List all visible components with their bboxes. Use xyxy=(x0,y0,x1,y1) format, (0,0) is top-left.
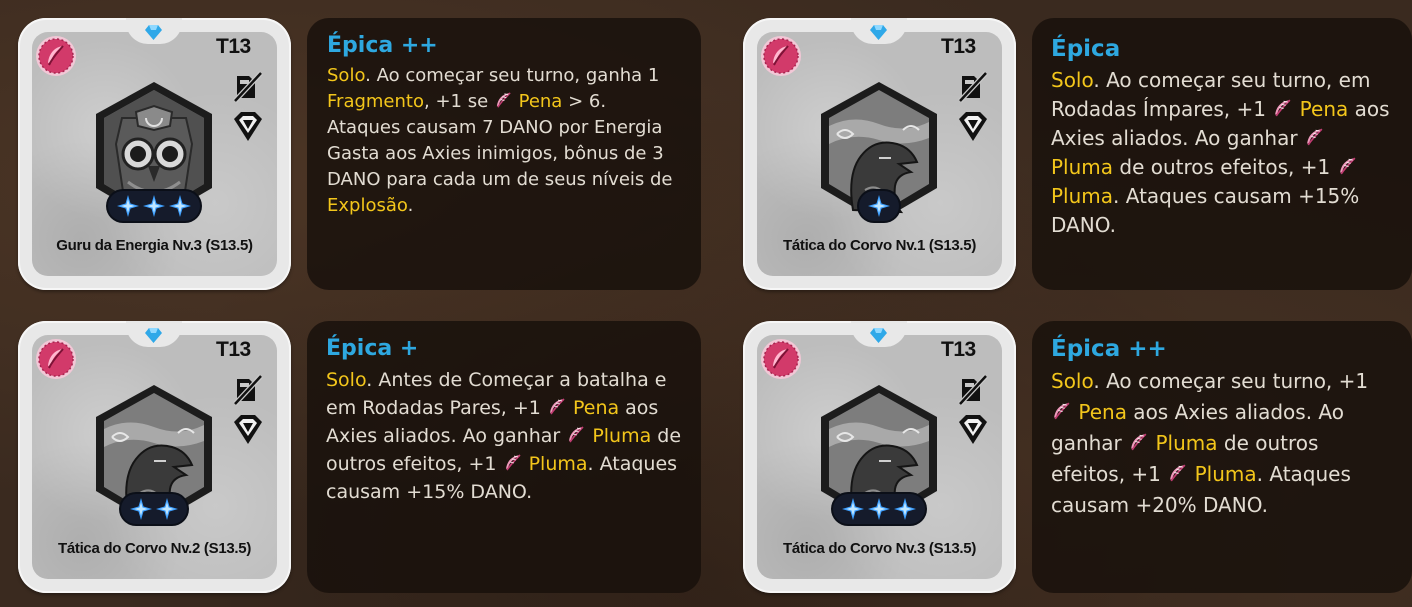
feather-icon xyxy=(1131,433,1147,451)
rarity-label: Épica ++ xyxy=(327,33,438,58)
level-stars xyxy=(833,494,925,524)
card-name: Guru da Energia Nv.3 (S13.5) xyxy=(56,237,253,254)
feather-class-icon xyxy=(760,35,802,77)
feather-icon xyxy=(569,426,584,443)
four-point-star-icon xyxy=(143,195,165,217)
slashed-energy-icon xyxy=(958,71,988,103)
four-point-star-icon xyxy=(130,498,152,520)
four-point-star-icon xyxy=(169,195,191,217)
feather-class-icon xyxy=(35,338,77,380)
keyword-highlight: Solo xyxy=(326,369,367,391)
keyword-highlight: Fragmento xyxy=(327,91,424,112)
rarity-label: Épica + xyxy=(326,336,419,361)
keyword-highlight: Pena xyxy=(572,397,620,419)
feather-icon xyxy=(496,92,511,108)
keyword-highlight: Solo xyxy=(327,65,366,86)
diamond-gem-icon xyxy=(145,328,162,343)
four-point-star-icon xyxy=(842,498,864,520)
level-stars xyxy=(121,494,187,524)
keyword-highlight: Explosão xyxy=(327,195,408,216)
four-point-star-icon xyxy=(868,498,890,520)
slashed-energy-icon xyxy=(233,374,263,406)
feather-class-icon xyxy=(760,338,802,380)
shield-icon xyxy=(959,415,987,444)
rarity-label: Épica ++ xyxy=(1051,336,1167,362)
feather-icon xyxy=(1170,464,1186,482)
description-panel: Épica + Solo. Antes de Começar a batalha… xyxy=(307,321,701,593)
card-name: Tática do Corvo Nv.1 (S13.5) xyxy=(782,237,977,254)
card-name: Tática do Corvo Nv.2 (S13.5) xyxy=(57,540,252,557)
shield-icon xyxy=(234,415,262,444)
four-point-star-icon xyxy=(117,195,139,217)
keyword-highlight: Solo xyxy=(1051,369,1094,393)
keyword-highlight: Solo xyxy=(1051,68,1094,92)
shield-icon xyxy=(959,112,987,141)
card-frame[interactable]: T13 Guru da Energia Nv.3 (S13.5) xyxy=(18,18,291,290)
keyword-highlight: Pena xyxy=(1299,97,1349,121)
level-stars xyxy=(108,191,200,221)
card-tier: T13 xyxy=(216,35,251,58)
feather-icon xyxy=(1054,402,1070,420)
four-point-star-icon xyxy=(868,195,890,217)
level-stars xyxy=(859,191,899,221)
feather-icon xyxy=(1307,128,1323,146)
four-point-star-icon xyxy=(156,498,178,520)
diamond-gem-icon xyxy=(870,328,887,343)
feather-class-icon xyxy=(35,35,77,77)
keyword-highlight: Pluma xyxy=(1051,184,1114,208)
card-frame[interactable]: T13 Tática do Corvo Nv.1 (S13.5) xyxy=(743,18,1016,290)
description-panel: Épica Solo. Ao começar seu turno, em Rod… xyxy=(1032,18,1412,290)
card-frame[interactable]: T13 Tática do Corvo Nv.3 (S13.5) xyxy=(743,321,1016,593)
diamond-gem-icon xyxy=(870,25,887,40)
keyword-highlight: Pluma xyxy=(528,453,588,475)
keyword-highlight: Pena xyxy=(518,91,563,112)
card-tier: T13 xyxy=(216,338,251,361)
feather-icon xyxy=(1275,99,1291,117)
slashed-energy-icon xyxy=(233,71,263,103)
shield-icon xyxy=(234,112,262,141)
card-tier: T13 xyxy=(941,35,976,58)
card-description: Solo. Antes de Começar a batalha e em Ro… xyxy=(326,369,682,503)
keyword-highlight: Pluma xyxy=(1194,462,1257,486)
feather-icon xyxy=(505,454,521,471)
card-description: Solo. Ao começar seu turno, +1 Pena aos … xyxy=(1051,369,1369,517)
slashed-energy-icon xyxy=(958,374,988,406)
card-description: Solo. Ao começar seu turno, em Rodadas Í… xyxy=(1051,68,1390,237)
description-panel: Épica ++ Solo. Ao começar seu turno, gan… xyxy=(307,18,701,290)
feather-icon xyxy=(1339,157,1356,175)
rarity-label: Épica xyxy=(1051,36,1121,62)
card-tier: T13 xyxy=(941,338,976,361)
feather-icon xyxy=(549,398,565,415)
card-description: Solo. Ao começar seu turno, ganha 1 Frag… xyxy=(327,65,673,216)
card-frame[interactable]: T13 Tática do Corvo Nv.2 (S13.5) xyxy=(18,321,291,593)
keyword-highlight: Pluma xyxy=(1051,155,1114,179)
description-panel: Épica ++ Solo. Ao começar seu turno, +1 … xyxy=(1032,321,1412,593)
four-point-star-icon xyxy=(894,498,916,520)
card-name: Tática do Corvo Nv.3 (S13.5) xyxy=(782,540,977,557)
keyword-highlight: Pena xyxy=(1078,400,1127,424)
keyword-highlight: Pluma xyxy=(592,425,652,447)
keyword-highlight: Pluma xyxy=(1155,431,1218,455)
diamond-gem-icon xyxy=(145,25,162,40)
